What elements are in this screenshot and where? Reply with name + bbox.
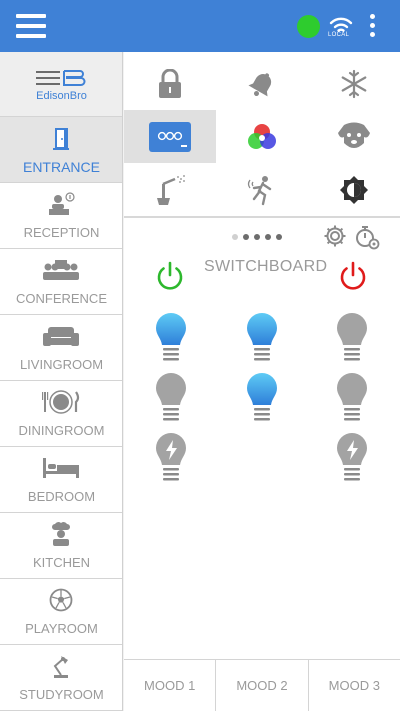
light-bulb-2-icon[interactable] [245, 312, 279, 364]
dog-icon [338, 122, 370, 148]
sidebar-item-label: CONFERENCE [15, 291, 107, 306]
mood-2-button[interactable]: MOOD 2 [216, 660, 309, 711]
all-off-power-button[interactable] [337, 260, 369, 292]
switchboard-title: SWITCHBOARD [204, 258, 328, 275]
mood-3-button[interactable]: MOOD 3 [308, 660, 400, 711]
snowflake-icon [341, 69, 367, 98]
lock-icon [159, 68, 181, 98]
brand-name: EdisonBro [36, 90, 87, 102]
sprinkler-device-button[interactable] [124, 163, 216, 216]
light-bulb-5-icon[interactable] [245, 372, 279, 424]
light-bulb-6-icon[interactable] [335, 372, 369, 424]
brand-logo: EdisonBro [0, 52, 122, 117]
door-icon [41, 125, 81, 151]
light-bulb-3-icon[interactable] [335, 312, 369, 364]
mood-bar: MOOD 1 MOOD 2 MOOD 3 [124, 659, 400, 711]
switch-panel-device-button[interactable] [124, 110, 216, 163]
reception-desk-icon [41, 191, 81, 217]
sidebar-item-studyroom[interactable]: STUDYROOM [0, 645, 122, 711]
hamburger-menu-icon[interactable] [16, 14, 46, 38]
top-bar: LOCAL [0, 0, 400, 52]
power-bulb-1-icon[interactable] [154, 432, 188, 484]
light-bulb-1-icon[interactable] [154, 312, 188, 364]
sidebar-item-label: DININGROOM [18, 423, 105, 438]
vertical-ellipsis-icon[interactable] [368, 14, 376, 38]
rgb-light-device-button[interactable] [216, 110, 308, 163]
connection-status-dot [297, 15, 320, 38]
sidebar-item-label: PLAYROOM [25, 621, 98, 636]
sidebar-item-bedroom[interactable]: BEDROOM [0, 447, 122, 513]
motion-sensor-device-button[interactable] [216, 163, 308, 216]
sidebar-item-conference[interactable]: CONFERENCE [0, 249, 122, 315]
sprinkler-icon [157, 174, 185, 205]
settings-gear-icon[interactable] [323, 224, 347, 248]
conference-people-icon [41, 257, 81, 283]
room-sidebar: EdisonBro ENTRANCE RECEPTION CONFERENCE … [0, 52, 123, 711]
sidebar-item-entrance[interactable]: ENTRANCE [0, 117, 122, 183]
timer-settings-icon[interactable] [354, 224, 380, 250]
lock-device-button[interactable] [124, 57, 216, 110]
bell-icon [248, 72, 272, 96]
bell-device-button[interactable] [216, 57, 308, 110]
sidebar-item-label: LIVINGROOM [19, 357, 104, 372]
sidebar-item-label: STUDYROOM [19, 687, 104, 702]
sidebar-item-kitchen[interactable]: KITCHEN [0, 513, 122, 579]
page-dot[interactable] [265, 234, 271, 240]
motion-sensor-icon [247, 175, 272, 205]
sofa-icon [41, 323, 81, 349]
edisonbro-logo-icon [36, 70, 86, 86]
main-panel: SWITCHBOARD MOOD 1 MOOD 2 MOOD 3 [124, 52, 400, 711]
mood-1-button[interactable]: MOOD 1 [124, 660, 217, 711]
page-dot[interactable] [254, 234, 260, 240]
power-bulb-2-icon[interactable] [335, 432, 369, 484]
sidebar-item-reception[interactable]: RECEPTION [0, 183, 122, 249]
brightness-icon [340, 175, 368, 204]
desk-lamp-icon [41, 653, 81, 679]
bed-icon [41, 455, 81, 481]
chef-icon [41, 521, 81, 547]
page-dot[interactable] [243, 234, 249, 240]
connection-mode-label: LOCAL [328, 32, 350, 38]
switch-panel-icon [149, 121, 191, 152]
page-dot[interactable] [232, 234, 238, 240]
ac-device-button[interactable] [308, 57, 400, 110]
page-dot[interactable] [276, 234, 282, 240]
sidebar-item-label: KITCHEN [32, 555, 91, 570]
sidebar-item-label: ENTRANCE [22, 159, 100, 175]
page-indicator[interactable] [232, 234, 282, 242]
rgb-light-icon [248, 123, 276, 149]
sidebar-item-label: RECEPTION [23, 225, 100, 240]
pet-device-button[interactable] [308, 110, 400, 163]
plate-cutlery-icon [41, 389, 81, 415]
brightness-device-button[interactable] [308, 163, 400, 216]
device-type-grid [124, 52, 400, 218]
light-bulb-4-icon[interactable] [154, 372, 188, 424]
sidebar-item-livingroom[interactable]: LIVINGROOM [0, 315, 122, 381]
soccer-ball-icon [41, 587, 81, 613]
sidebar-item-playroom[interactable]: PLAYROOM [0, 579, 122, 645]
sidebar-item-label: BEDROOM [27, 489, 96, 504]
sidebar-item-diningroom[interactable]: DININGROOM [0, 381, 122, 447]
all-on-power-button[interactable] [154, 260, 186, 292]
